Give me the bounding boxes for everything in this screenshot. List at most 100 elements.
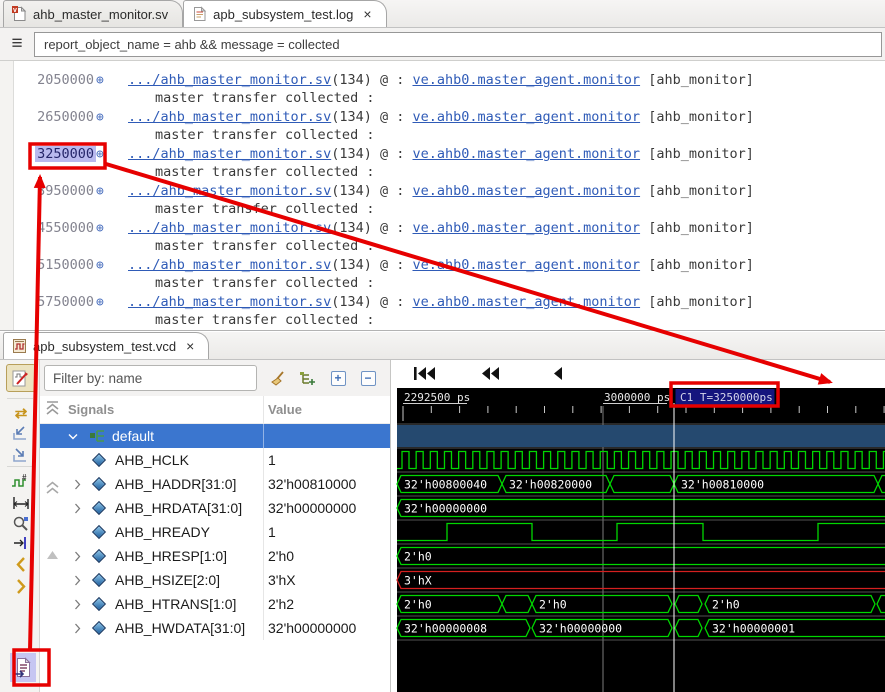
svg-text:v: v [13, 7, 17, 14]
log-scope-link[interactable]: ve.ahb0.master_agent.monitor [412, 220, 640, 236]
scroll-top-marker-icon[interactable] [44, 400, 61, 421]
show-in-log-glyph [14, 657, 32, 678]
next-edge-glyph [14, 578, 28, 595]
chevron-down-icon[interactable] [68, 433, 86, 440]
step-backward-button[interactable] [553, 367, 563, 385]
measure-distance-icon[interactable] [8, 492, 34, 514]
log-timestamp[interactable]: 4550000 [14, 220, 96, 236]
chevron-right-icon[interactable] [74, 623, 92, 634]
signals-column-header[interactable]: Signals [66, 402, 263, 417]
bus-value-label: 2'h0 [404, 550, 432, 564]
tree-row-group-default[interactable]: default [40, 424, 390, 448]
log-entry[interactable]: 4550000⊕.../ahb_master_monitor.sv(134) @… [14, 219, 885, 256]
group-label: default [112, 428, 154, 444]
signal-name: AHB_HADDR[31:0] [115, 476, 236, 492]
log-file-link[interactable]: .../ahb_master_monitor.sv [128, 109, 331, 125]
log-message: master transfer collected : [14, 127, 885, 146]
tree-row-AHB_HADDR[31:0][interactable]: AHB_HADDR[31:0] 32'h00810000 [40, 472, 390, 496]
expand-icon[interactable]: ⊕ [96, 110, 111, 125]
bus-value-label: 3'hX [404, 574, 432, 588]
tab-apb-subsystem-test-log[interactable]: apb_subsystem_test.log × [183, 0, 386, 27]
tree-row-AHB_HCLK[interactable]: AHB_HCLK 1 [40, 448, 390, 472]
waveform-editor-icon[interactable] [6, 364, 36, 392]
tab-apb-subsystem-test-vcd[interactable]: apb_subsystem_test.vcd × [3, 332, 209, 359]
clear-filter-icon[interactable] [269, 369, 287, 387]
tab-ahb-master-monitor-sv[interactable]: v ahb_master_monitor.sv [3, 0, 183, 27]
log-scope-link[interactable]: ve.ahb0.master_agent.monitor [412, 146, 640, 162]
chevron-right-icon[interactable] [74, 455, 92, 466]
signal-value: 3'hX [263, 568, 390, 592]
log-timestamp[interactable]: 3950000 [14, 183, 96, 199]
zoom-cursor-icon[interactable] [8, 512, 34, 534]
show-in-log-icon[interactable] [10, 653, 36, 682]
log-file-link[interactable]: .../ahb_master_monitor.sv [128, 72, 331, 88]
scroll-up-marker-icon[interactable] [44, 480, 61, 500]
add-group-icon[interactable] [299, 369, 317, 387]
tree-row-AHB_HRESP[1:0][interactable]: AHB_HRESP[1:0] 2'h0 [40, 544, 390, 568]
fast-backward-button[interactable] [481, 367, 500, 385]
zoom-fit-icon[interactable] [8, 422, 34, 444]
log-line-tail: [ahb_monitor] [640, 294, 754, 310]
chevron-right-icon[interactable] [74, 551, 92, 562]
chevron-right-icon[interactable] [74, 527, 92, 538]
expand-icon[interactable]: ⊕ [96, 184, 111, 199]
log-filter-input[interactable] [34, 32, 882, 57]
next-edge-icon[interactable] [8, 575, 34, 597]
chevron-right-icon[interactable] [74, 575, 92, 586]
signal-filter-input[interactable] [44, 365, 257, 391]
log-file-link[interactable]: .../ahb_master_monitor.sv [128, 220, 331, 236]
tree-row-AHB_HSIZE[2:0][interactable]: AHB_HSIZE[2:0] 3'hX [40, 568, 390, 592]
log-scope-link[interactable]: ve.ahb0.master_agent.monitor [412, 109, 640, 125]
chevron-right-icon[interactable] [74, 479, 92, 490]
chevron-right-icon[interactable] [74, 599, 92, 610]
expand-all-icon[interactable]: + [329, 369, 347, 387]
toolbar-separator [7, 398, 33, 399]
log-file-link[interactable]: .../ahb_master_monitor.sv [128, 257, 331, 273]
log-timestamp[interactable]: 3250000 [14, 146, 96, 162]
tree-row-AHB_HREADY[interactable]: AHB_HREADY 1 [40, 520, 390, 544]
add-counter-icon[interactable]: # [8, 470, 34, 492]
log-scope-link[interactable]: ve.ahb0.master_agent.monitor [412, 257, 640, 273]
scroll-marker-icon[interactable] [44, 548, 61, 566]
log-entry[interactable]: 3950000⊕.../ahb_master_monitor.sv(134) @… [14, 182, 885, 219]
value-column-header[interactable]: Value [263, 396, 390, 423]
log-entry[interactable]: 2650000⊕.../ahb_master_monitor.sv(134) @… [14, 108, 885, 145]
bus-value-label: 2'h0 [539, 598, 567, 612]
log-file-link[interactable]: .../ahb_master_monitor.sv [128, 146, 331, 162]
log-scope-link[interactable]: ve.ahb0.master_agent.monitor [412, 183, 640, 199]
expand-icon[interactable]: ⊕ [96, 73, 111, 88]
tab-close-icon[interactable]: × [363, 6, 371, 22]
tree-row-AHB_HRDATA[31:0][interactable]: AHB_HRDATA[31:0] 32'h00000000 [40, 496, 390, 520]
log-timestamp[interactable]: 5150000 [14, 257, 96, 273]
log-timestamp[interactable]: 5750000 [14, 294, 96, 310]
signal-value: 32'h00810000 [263, 472, 390, 496]
log-timestamp[interactable]: 2050000 [14, 72, 96, 88]
menu-icon[interactable]: ≡ [0, 33, 34, 55]
tree-row-AHB_HWDATA[31:0][interactable]: AHB_HWDATA[31:0] 32'h00000000 [40, 616, 390, 640]
bus-value-label: 32'h00000008 [404, 622, 487, 636]
expand-icon[interactable]: ⊕ [96, 147, 111, 162]
log-scope-link[interactable]: ve.ahb0.master_agent.monitor [412, 294, 640, 310]
log-entry[interactable]: 3250000⊕.../ahb_master_monitor.sv(134) @… [14, 145, 885, 182]
chevron-right-icon[interactable] [74, 503, 92, 514]
expand-icon[interactable]: ⊕ [96, 295, 111, 310]
log-scope-link[interactable]: ve.ahb0.master_agent.monitor [412, 72, 640, 88]
log-file-link[interactable]: .../ahb_master_monitor.sv [128, 294, 331, 310]
goto-cursor-icon[interactable] [8, 532, 34, 554]
log-file-link[interactable]: .../ahb_master_monitor.sv [128, 183, 331, 199]
log-entry[interactable]: 2050000⊕.../ahb_master_monitor.sv(134) @… [14, 71, 885, 108]
tab-close-icon[interactable]: × [186, 338, 194, 354]
log-entry[interactable]: 5750000⊕.../ahb_master_monitor.sv(134) @… [14, 293, 885, 330]
skip-to-start-button[interactable] [413, 367, 437, 385]
tree-row-AHB_HTRANS[1:0][interactable]: AHB_HTRANS[1:0] 2'h2 [40, 592, 390, 616]
zoom-full-icon[interactable] [8, 444, 34, 466]
waveform-canvas[interactable]: 2292500 ps3000000 ps32'h0080004032'h0082… [391, 388, 885, 692]
signal-icon [92, 453, 106, 467]
expand-icon[interactable]: ⊕ [96, 221, 111, 236]
expand-icon[interactable]: ⊕ [96, 258, 111, 273]
prev-edge-icon[interactable] [8, 553, 34, 575]
log-timestamp[interactable]: 2650000 [14, 109, 96, 125]
reload-icon[interactable]: ⇄ [8, 402, 34, 424]
collapse-all-icon[interactable]: − [359, 369, 377, 387]
log-entry[interactable]: 5150000⊕.../ahb_master_monitor.sv(134) @… [14, 256, 885, 293]
